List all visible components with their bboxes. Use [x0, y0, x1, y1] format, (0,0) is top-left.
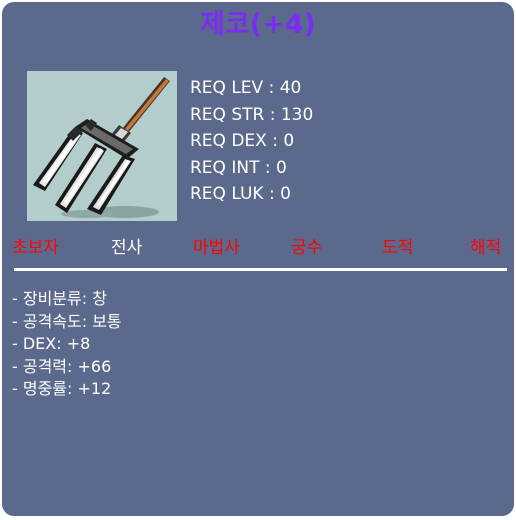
job-warrior: 전사 [111, 238, 143, 258]
stat-attack-speed: - 공격속도: 보통 [12, 311, 122, 331]
job-archer: 궁수 [291, 238, 323, 258]
item-tooltip: 제코(+4) REQ LEV: 40 REQ STR: 130 REQ DE… [2, 2, 514, 516]
requirement-list: REQ LEV : 40 REQ STR : 130 REQ DEX : 0 R… [190, 75, 313, 208]
divider-line [14, 268, 507, 271]
req-str: REQ STR : 130 [190, 104, 314, 125]
job-thief: 도적 [382, 238, 414, 258]
stat-equip-type: - 장비분류: 창 [12, 289, 107, 308]
job-magician: 마법사 [193, 238, 240, 258]
job-pirate: 해적 [470, 238, 502, 258]
trident-weapon-icon [33, 77, 170, 218]
item-name: 제코(+4) [200, 9, 316, 40]
req-int: REQ INT : 0 [190, 157, 287, 178]
req-luk: REQ LUK : 0 [190, 184, 291, 204]
stat-list: - 장비분류: 창 - 공격속도: 보통 - DEX: +8 - 공격력: +6… [12, 288, 122, 401]
job-beginner: 초보자 [12, 238, 59, 258]
job-class-row: 초보자 전사 마법사 궁수 도적 해적 [2, 235, 514, 261]
item-image [27, 71, 177, 221]
stat-dex: - DEX: +8 [12, 334, 91, 353]
req-dex: REQ DEX : 0 [190, 131, 295, 151]
req-level: REQ LEV : 40 [190, 78, 302, 98]
stat-attack: - 공격력: +66 [12, 356, 112, 376]
stat-accuracy: - 명중률: +12 [12, 379, 112, 398]
